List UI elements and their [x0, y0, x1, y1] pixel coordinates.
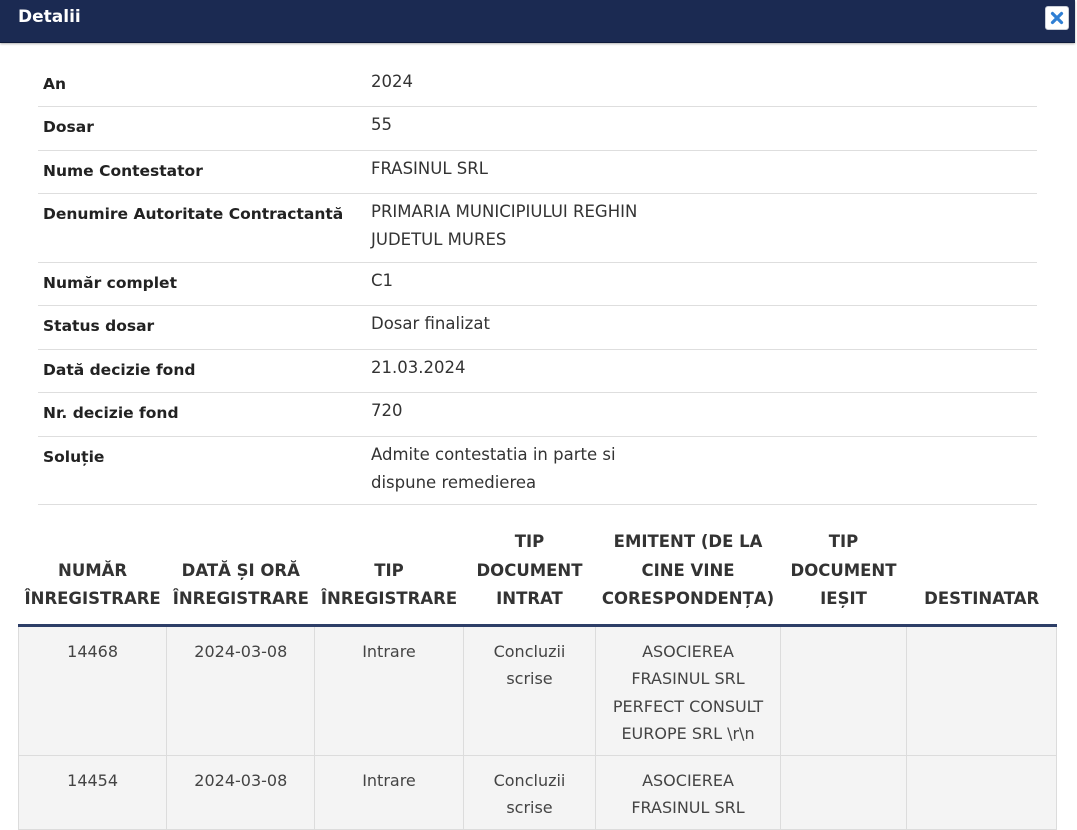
detail-value: PRIMARIA MUNICIPIULUI REGHIN JUDETUL MUR…	[371, 202, 638, 249]
detail-value: 55	[371, 115, 392, 134]
cell-data: 2024-03-08	[166, 625, 316, 756]
detail-row-nume-contestator: Nume Contestator FRASINUL SRL	[38, 151, 1037, 194]
table-row: 14454 2024-03-08 Intrare Concluzii scris…	[17, 755, 1057, 830]
column-header-destinatar[interactable]: DESTINATAR	[906, 528, 1057, 627]
details-list: An 2024 Dosar 55 Nume Contestator FRASIN…	[38, 64, 1037, 505]
detail-value: 2024	[371, 72, 413, 91]
cell-tip-document-iesit	[780, 755, 908, 830]
cell-emitent: ASOCIEREA FRASINUL SRL PERFECT CONSULT E…	[595, 625, 781, 756]
column-header-numar[interactable]: NUMĂR ÎNREGISTRARE	[18, 528, 167, 627]
detail-row-an: An 2024	[38, 64, 1037, 107]
detail-value: FRASINUL SRL	[371, 159, 488, 178]
detail-row-status: Status dosar Dosar finalizat	[38, 306, 1037, 350]
close-button[interactable]	[1045, 6, 1069, 30]
registry-table: NUMĂR ÎNREGISTRARE DATĂ ȘI ORĂ ÎNREGISTR…	[17, 528, 1057, 830]
detail-value: Admite contestatia in parte si dispune r…	[371, 445, 616, 492]
cell-tip-document-intrat: Concluzii scrise	[463, 755, 597, 830]
dialog-titlebar: Detalii	[0, 0, 1075, 43]
detail-label: Dată decizie fond	[43, 361, 196, 379]
detail-row-nr-decizie: Nr. decizie fond 720	[38, 393, 1037, 437]
detail-row-autoritate: Denumire Autoritate Contractantă PRIMARI…	[38, 194, 1037, 263]
close-icon	[1050, 11, 1064, 25]
detail-label: Nume Contestator	[43, 162, 203, 180]
cell-tip-inregistrare: Intrare	[314, 755, 464, 830]
detail-row-data-decizie: Dată decizie fond 21.03.2024	[38, 350, 1037, 393]
column-header-emitent[interactable]: EMITENT (DE LA CINE VINE CORESPONDENȚA)	[595, 528, 781, 627]
detail-value: 720	[371, 401, 403, 420]
detail-row-numar-complet: Număr complet C1	[38, 263, 1037, 306]
table-header-row: NUMĂR ÎNREGISTRARE DATĂ ȘI ORĂ ÎNREGISTR…	[18, 528, 1057, 627]
cell-destinatar	[906, 755, 1057, 830]
cell-emitent: ASOCIEREA FRASINUL SRL	[595, 755, 781, 830]
cell-data: 2024-03-08	[166, 755, 316, 830]
detail-label: An	[43, 75, 67, 93]
cell-tip-document-iesit	[780, 625, 908, 756]
detail-value: Dosar finalizat	[371, 314, 490, 333]
detail-label: Nr. decizie fond	[43, 404, 179, 422]
column-header-tip-document-intrat[interactable]: TIP DOCUMENT INTRAT	[463, 528, 596, 627]
cell-numar: 14468	[17, 625, 168, 756]
dialog-title: Detalii	[18, 7, 81, 27]
cell-destinatar	[906, 625, 1057, 756]
detail-row-solutie: Soluție Admite contestatia in parte si d…	[38, 437, 1037, 505]
cell-tip-inregistrare: Intrare	[314, 625, 464, 756]
detail-label: Dosar	[43, 118, 94, 136]
detail-value: 21.03.2024	[371, 358, 466, 377]
detail-label: Denumire Autoritate Contractantă	[43, 205, 344, 223]
detail-value: C1	[371, 271, 394, 290]
column-header-tip-inregistrare[interactable]: TIP ÎNREGISTRARE	[314, 528, 464, 627]
detail-label: Număr complet	[43, 274, 177, 292]
detail-label: Status dosar	[43, 317, 155, 335]
column-header-data[interactable]: DATĂ ȘI ORĂ ÎNREGISTRARE	[166, 528, 315, 627]
detail-label: Soluție	[43, 448, 105, 466]
cell-tip-document-intrat: Concluzii scrise	[463, 625, 597, 756]
cell-numar: 14454	[17, 755, 168, 830]
table-row: 14468 2024-03-08 Intrare Concluzii scris…	[17, 625, 1057, 756]
column-header-tip-document-iesit[interactable]: TIP DOCUMENT IEȘIT	[780, 528, 907, 627]
detail-row-dosar: Dosar 55	[38, 107, 1037, 151]
